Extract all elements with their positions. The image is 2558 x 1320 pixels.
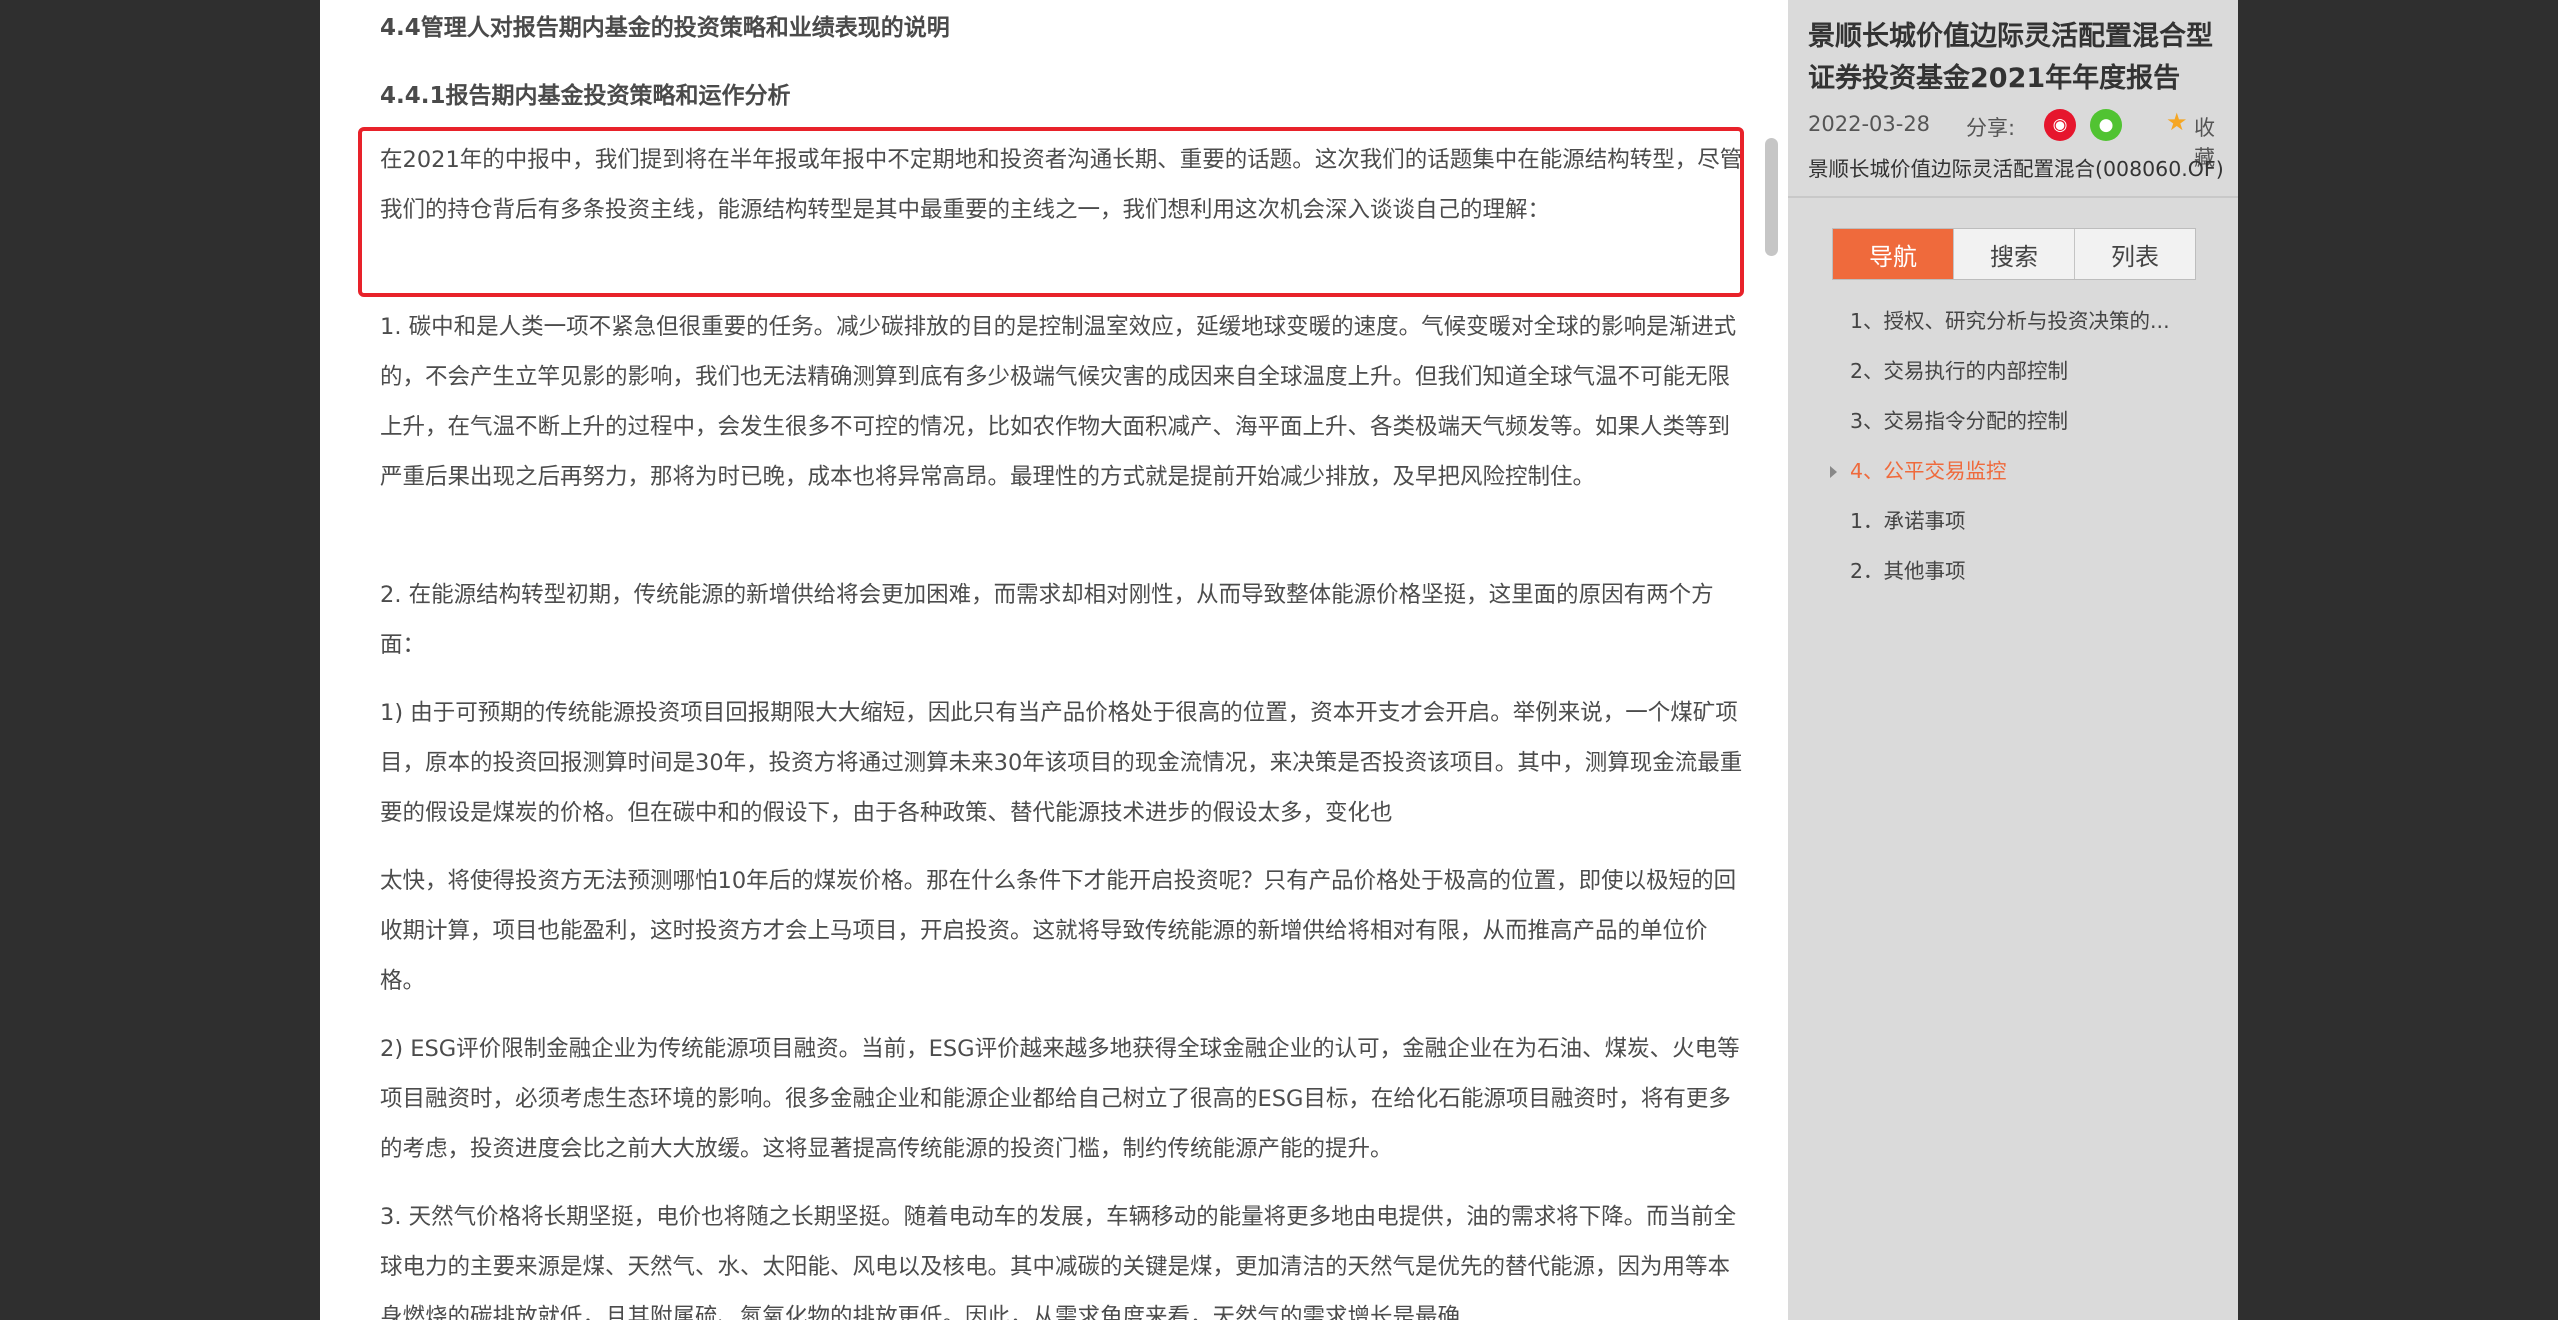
paragraph-3: 3. 天然气价格将长期坚挺，电价也将随之长期坚挺。随着电动车的发展，车辆移动的能… [380, 1204, 1737, 1320]
wechat-icon[interactable]: ● [2090, 109, 2122, 141]
publish-date: 2022-03-28 [1808, 112, 1931, 136]
sidebar: 景顺长城价值边际灵活配置混合型证券投资基金2021年年度报告 2022-03-2… [1788, 0, 2238, 1320]
tab-list[interactable]: 列表 [2075, 229, 2195, 279]
nav-item-order-allocation[interactable]: 3、交易指令分配的控制 [1788, 396, 2238, 446]
report-title: 景顺长城价值边际灵活配置混合型证券投资基金2021年年度报告 [1808, 21, 2213, 94]
share-label: 分享: [1966, 116, 2016, 140]
nav-list: 1、授权、研究分析与投资决策的... 2、交易执行的内部控制 3、交易指令分配的… [1788, 296, 2238, 596]
paragraph-2-1-cont: 太快，将使得投资方无法预测哪怕10年后的煤炭价格。那在什么条件下才能开启投资呢？… [380, 868, 1737, 994]
weibo-icon[interactable]: ◉ [2044, 109, 2076, 141]
paragraph-2: 2. 在能源结构转型初期，传统能源的新增供给将会更加困难，而需求却相对刚性，从而… [380, 582, 1714, 658]
paragraph-intro: 在2021年的中报中，我们提到将在半年报或年报中不定期地和投资者沟通长期、重要的… [380, 147, 1743, 223]
star-icon[interactable]: ★ [2166, 108, 2188, 136]
paragraph-2-2: 2) ESG评价限制金融企业为传统能源项目融资。当前，ESG评价越来越多地获得全… [380, 1036, 1740, 1162]
paragraph-2-1: 1) 由于可预期的传统能源投资项目回报期限大大缩短，因此只有当产品价格处于很高的… [380, 700, 1743, 826]
divider [1788, 196, 2238, 198]
nav-item-other-matters[interactable]: 2．其他事项 [1788, 546, 2238, 596]
tab-navigation[interactable]: 导航 [1833, 229, 1954, 279]
nav-item-label: 4、公平交易监控 [1850, 459, 2007, 483]
document-viewer: 4.4管理人对报告期内基金的投资策略和业绩表现的说明 4.4.1报告期内基金投资… [320, 0, 1788, 1320]
meta-row: 2022-03-28 分享: ◉ ● ★ 收藏 [1808, 106, 2228, 170]
nav-item-trade-execution[interactable]: 2、交易执行的内部控制 [1788, 346, 2238, 396]
tab-search[interactable]: 搜索 [1954, 229, 2075, 279]
nav-item-commitments[interactable]: 1．承诺事项 [1788, 496, 2238, 546]
subsection-heading: 4.4.1报告期内基金投资策略和运作分析 [380, 83, 791, 109]
fund-name: 景顺长城价值边际灵活配置混合(008060.OF) [1808, 157, 2224, 181]
sidebar-tabs: 导航 搜索 列表 [1832, 228, 2196, 280]
nav-item-fair-trade-monitoring[interactable]: 4、公平交易监控 [1788, 446, 2238, 496]
scrollbar-thumb[interactable] [1765, 138, 1778, 256]
section-heading: 4.4管理人对报告期内基金的投资策略和业绩表现的说明 [380, 15, 950, 41]
nav-item-authorization[interactable]: 1、授权、研究分析与投资决策的... [1788, 296, 2238, 346]
caret-right-icon [1830, 466, 1837, 478]
paragraph-1: 1. 碳中和是人类一项不紧急但很重要的任务。减少碳排放的目的是控制温室效应，延缓… [380, 314, 1737, 490]
